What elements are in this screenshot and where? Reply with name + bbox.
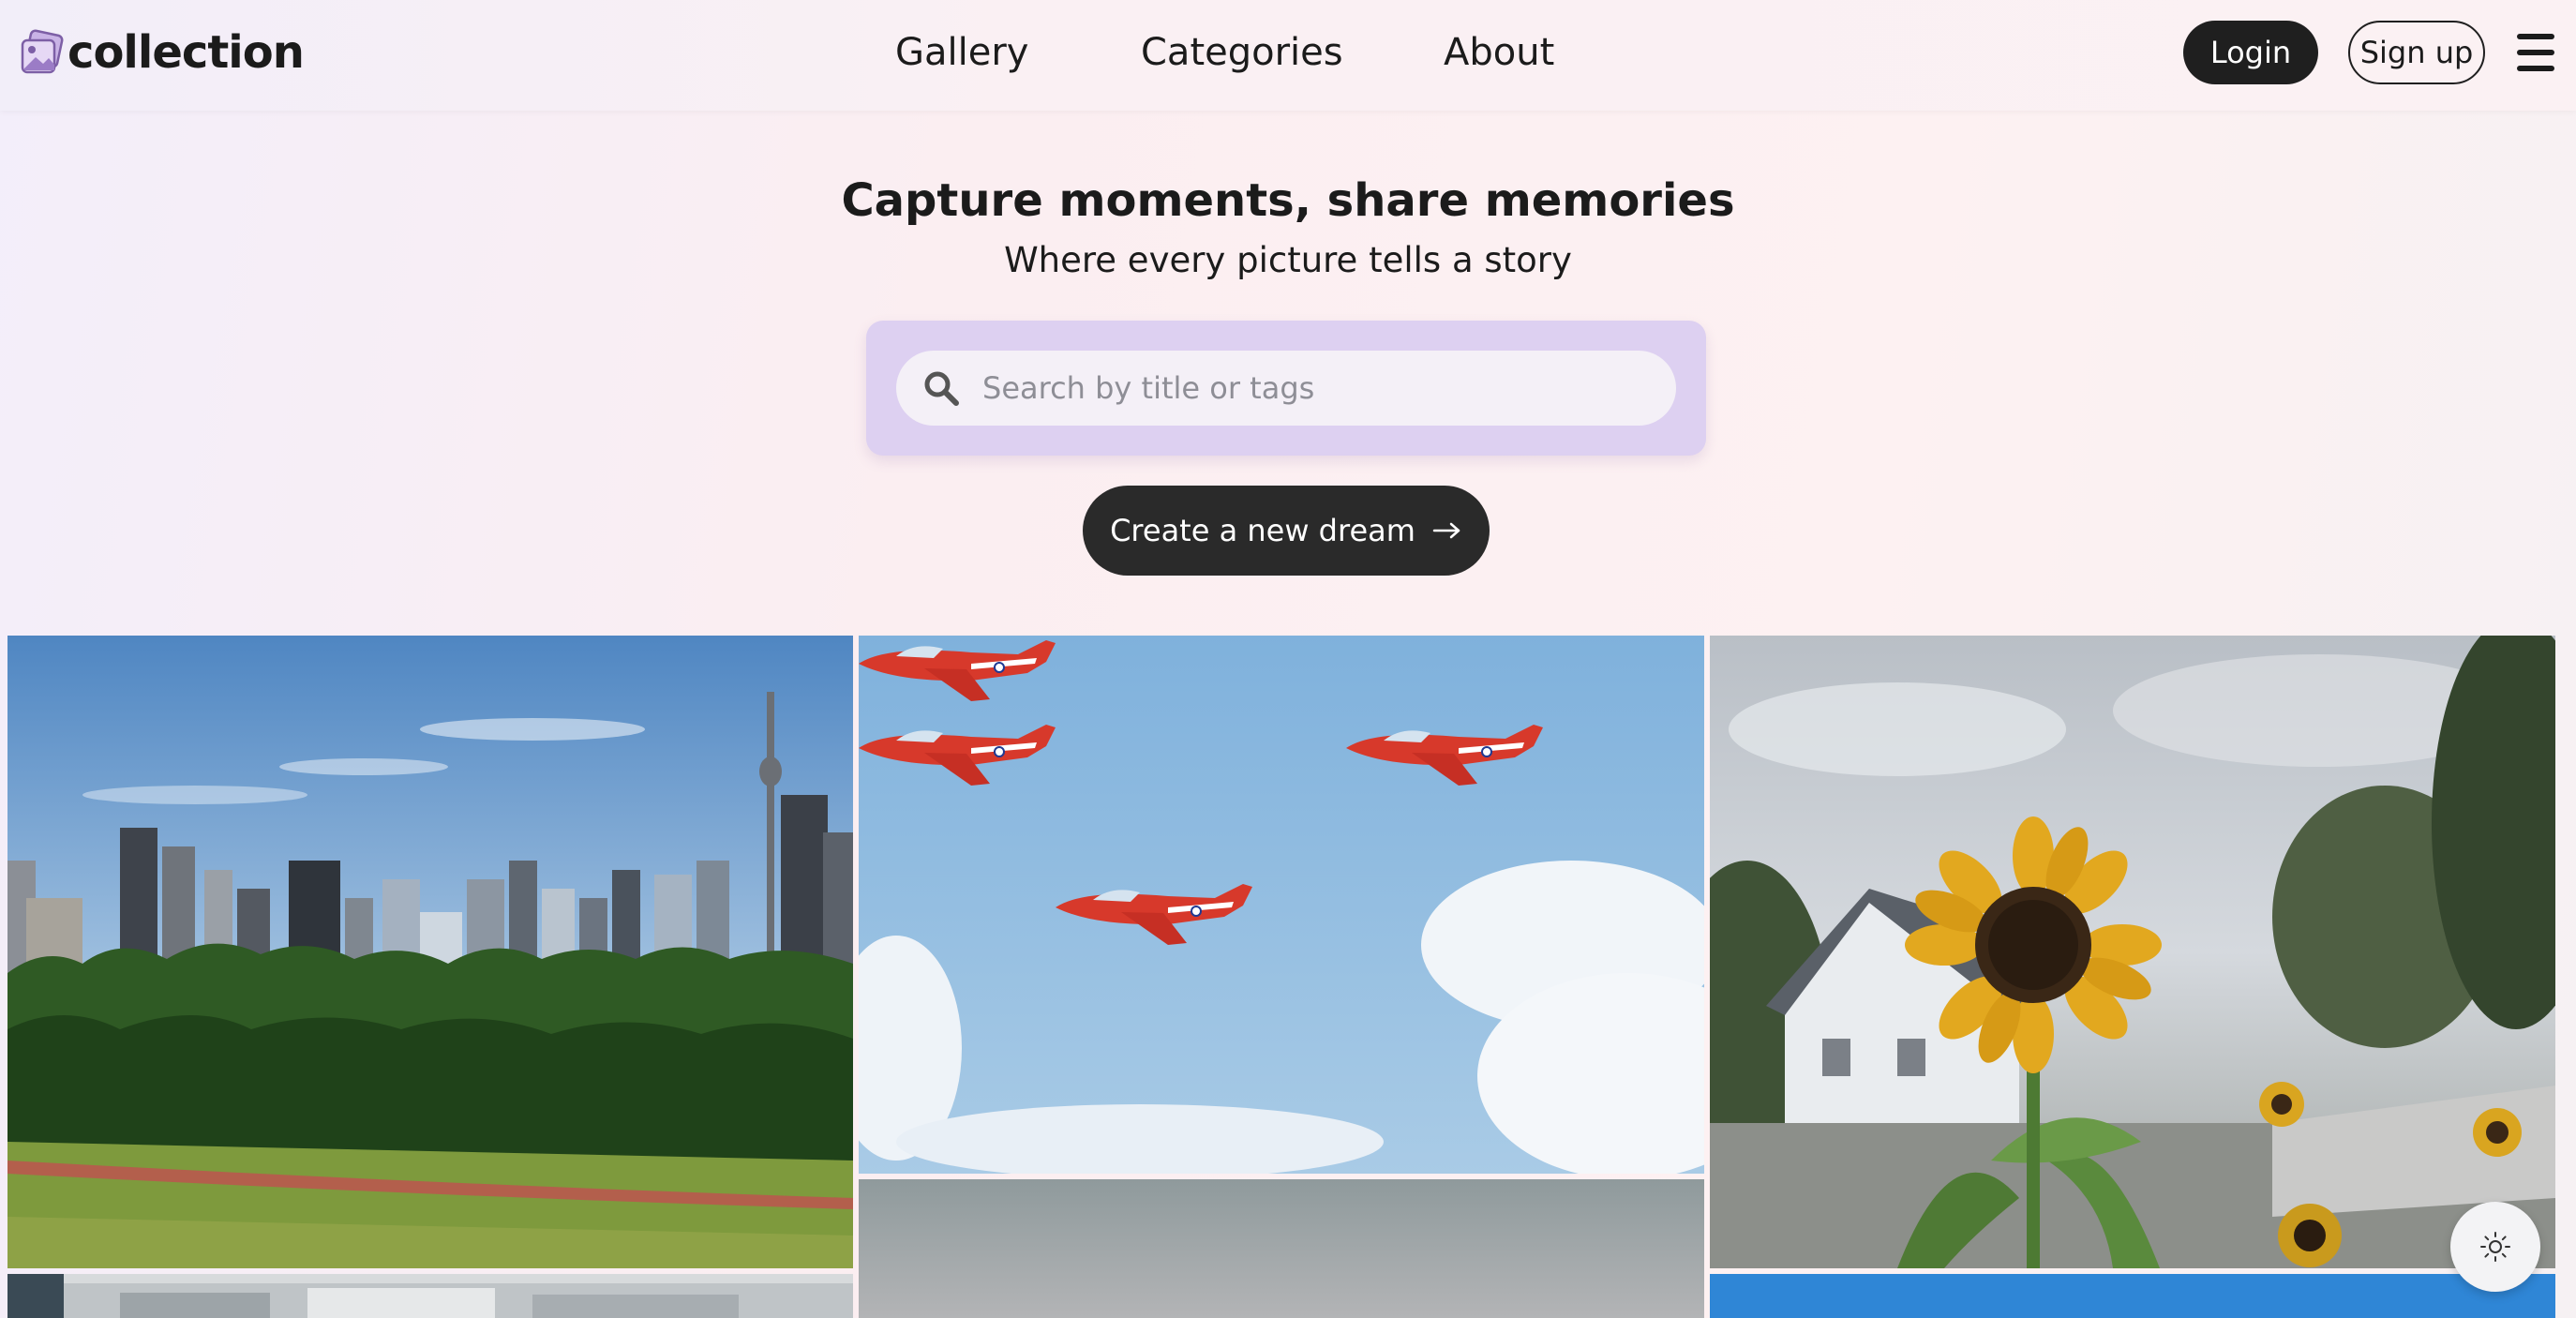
red-jets-image [859, 636, 1704, 1174]
gallery-tile-city-skyline[interactable] [7, 636, 853, 1268]
rooftop-image [7, 1274, 853, 1318]
search-input[interactable] [982, 360, 1639, 416]
search-box[interactable] [896, 351, 1676, 426]
create-dream-label: Create a new dream [1110, 513, 1415, 548]
hero-title: Capture moments, share memories [841, 174, 1735, 227]
sun-icon [2480, 1232, 2510, 1262]
search-panel [866, 321, 1706, 456]
top-nav-bar: collection Gallery Categories About Logi… [0, 0, 2576, 111]
nav-gallery[interactable]: Gallery [895, 26, 1028, 79]
sunflower-image [1710, 636, 2555, 1268]
hero-subtitle: Where every picture tells a story [1004, 240, 1572, 280]
gallery-tile-sunflower[interactable] [1710, 636, 2555, 1268]
gallery-tile-hazy-sky[interactable] [859, 1179, 1704, 1318]
login-button[interactable]: Login [2183, 21, 2318, 84]
create-dream-button[interactable]: Create a new dream [1083, 486, 1490, 576]
theme-toggle-button[interactable] [2450, 1202, 2540, 1292]
nav-categories[interactable]: Categories [1141, 26, 1343, 79]
search-icon [924, 371, 959, 406]
signup-button[interactable]: Sign up [2348, 21, 2485, 84]
hamburger-menu-icon[interactable] [2517, 34, 2554, 71]
gallery-tile-rooftop[interactable] [7, 1274, 853, 1318]
city-skyline-image [7, 636, 853, 1268]
gallery-tile-red-jets[interactable] [859, 636, 1704, 1174]
hazy-sky-image [859, 1179, 1704, 1318]
nav-about[interactable]: About [1444, 26, 1554, 79]
gallery-tile-blue-sky[interactable] [1710, 1274, 2555, 1318]
arrow-right-icon [1432, 522, 1460, 539]
blue-sky-image [1710, 1274, 2555, 1318]
